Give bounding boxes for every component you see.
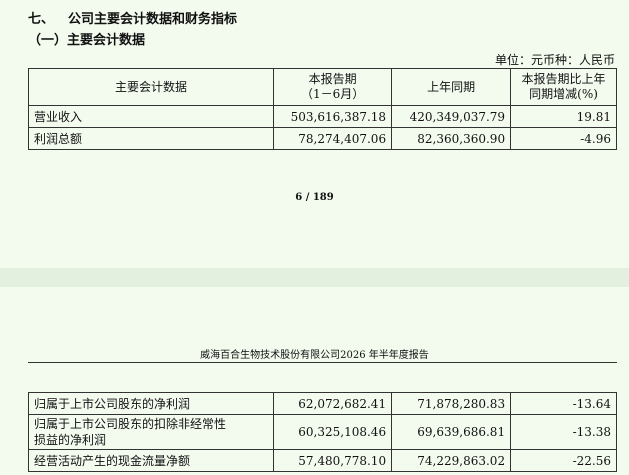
table-row: 营业收入 503,616,387.18 420,349,037.79 19.81 [27, 105, 617, 128]
row-prior: 82,360,360.90 [391, 127, 512, 150]
table-header-row: 主要会计数据 本报告期 （1－6月） 上年同期 本报告期比上年 同期增减(%) [27, 68, 617, 106]
row-change: -13.64 [510, 392, 617, 415]
row-change: 19.81 [510, 105, 617, 128]
page-number: 6 / 189 [295, 192, 334, 203]
page-gap [0, 268, 629, 287]
subsection-title: （一）主要会计数据 [28, 33, 146, 48]
currency-unit-line: 单位：元币种：人民币 [494, 53, 615, 67]
row-current: 62,072,682.41 [273, 392, 393, 415]
row-label: 经营活动产生的现金流量净额 [27, 449, 275, 472]
row-label: 利润总额 [27, 127, 275, 150]
table-row: 归属于上市公司股东的净利润 62,072,682.41 71,878,280.8… [27, 392, 617, 415]
row-prior: 420,349,037.79 [391, 105, 512, 128]
header-current-line2: （1－6月） [300, 87, 365, 101]
row-label: 营业收入 [27, 105, 275, 128]
row-prior: 74,229,863.02 [391, 449, 512, 472]
row-label-line1: 归属于上市公司股东的扣除非经常性 [34, 417, 227, 431]
row-prior: 71,878,280.83 [391, 392, 512, 415]
table-row: 利润总额 78,274,407.06 82,360,360.90 -4.96 [27, 127, 617, 150]
row-label-line2: 损益的净利润 [34, 433, 107, 447]
header-prior-period: 上年同期 [391, 68, 512, 106]
key-accounting-data-table: 主要会计数据 本报告期 （1－6月） 上年同期 本报告期比上年 同期增减(%) … [27, 68, 617, 150]
header-change-line2: 同期增减(%) [529, 87, 598, 101]
row-current: 57,480,778.10 [273, 449, 393, 472]
header-divider [28, 362, 617, 363]
header-change: 本报告期比上年 同期增减(%) [510, 68, 617, 106]
header-item: 主要会计数据 [27, 68, 275, 106]
section-number: 七、 [28, 12, 55, 27]
row-current: 503,616,387.18 [273, 105, 393, 128]
header-change-line1: 本报告期比上年 [521, 72, 606, 86]
row-label: 归属于上市公司股东的净利润 [27, 392, 275, 415]
table-row: 归属于上市公司股东的扣除非经常性 损益的净利润 60,325,108.46 69… [27, 414, 617, 450]
row-prior: 69,639,686.81 [391, 414, 512, 450]
row-label: 归属于上市公司股东的扣除非经常性 损益的净利润 [27, 414, 275, 450]
table-row: 经营活动产生的现金流量净额 57,480,778.10 74,229,863.0… [27, 449, 617, 472]
section-title-text: 公司主要会计数据和财务指标 [68, 12, 238, 27]
row-current: 78,274,407.06 [273, 127, 393, 150]
row-current: 60,325,108.46 [273, 414, 393, 450]
header-current-period: 本报告期 （1－6月） [273, 68, 393, 106]
row-change: -4.96 [510, 127, 617, 150]
report-running-header: 威海百合生物技术股份有限公司2026 年半年度报告 [200, 350, 429, 361]
section-title: 七、 公司主要会计数据和财务指标 [28, 8, 237, 27]
key-accounting-data-table-continued: 归属于上市公司股东的净利润 62,072,682.41 71,878,280.8… [27, 392, 617, 472]
header-current-line1: 本报告期 [308, 72, 357, 86]
row-change: -13.38 [510, 414, 617, 450]
row-change: -22.56 [510, 449, 617, 472]
